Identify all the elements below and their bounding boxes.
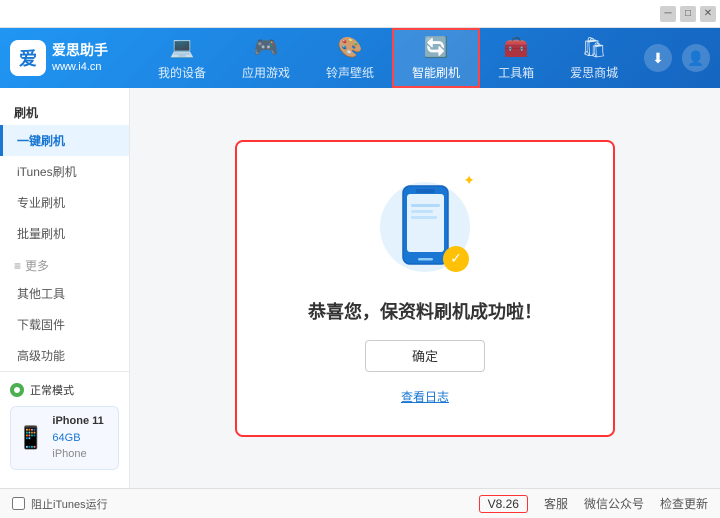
- sidebar: 刷机 一键刷机 iTunes刷机 专业刷机 批量刷机 ≡ 更多 其他工具 下载固…: [0, 88, 130, 488]
- account-button[interactable]: 👤: [682, 44, 710, 72]
- section-flash-title: 刷机: [0, 98, 129, 125]
- sidebar-item-batch-flash[interactable]: 批量刷机: [0, 218, 129, 249]
- footer-left: 阻止iTunes运行: [12, 496, 108, 512]
- support-link[interactable]: 客服: [544, 495, 568, 512]
- logo-area: 爱 爱思助手 www.i4.cn: [10, 40, 140, 76]
- wechat-link[interactable]: 微信公众号: [584, 495, 644, 512]
- success-illustration: ✓ ✦: [375, 172, 475, 282]
- success-card: ✓ ✦ 恭喜您，保资料刷机成功啦！ 确定 查看日志: [235, 140, 615, 437]
- nav-tab-icon-smart-flash: 🔄: [424, 35, 449, 60]
- header-right: ⬇ 👤: [644, 44, 710, 72]
- nav-tab-icon-ringtones: 🎨: [338, 35, 363, 60]
- view-history-link[interactable]: 查看日志: [401, 388, 449, 405]
- nav-tab-label-smart-flash: 智能刷机: [412, 64, 460, 81]
- sidebar-item-other-tools[interactable]: 其他工具: [0, 278, 129, 309]
- sidebar-device-section: 正常模式 📱 iPhone 11 64GB iPhone: [0, 371, 129, 480]
- sidebar-checkboxes: 自动激活 跳过向导: [0, 480, 129, 489]
- redirect-label: 跳过向导: [85, 486, 120, 489]
- device-model: iPhone: [52, 446, 103, 463]
- nav-tabs: 💻 我的设备 🎮 应用游戏 🎨 铃声壁纸 🔄 智能刷机 🧰 工具箱 🛍 爱思商城: [140, 28, 644, 88]
- main-layout: 刷机 一键刷机 iTunes刷机 专业刷机 批量刷机 ≡ 更多 其他工具 下载固…: [0, 88, 720, 488]
- header: 爱 爱思助手 www.i4.cn 💻 我的设备 🎮 应用游戏 🎨 铃声壁纸 🔄 …: [0, 28, 720, 88]
- confirm-button[interactable]: 确定: [365, 340, 485, 372]
- nav-tab-smart-flash[interactable]: 🔄 智能刷机: [392, 28, 480, 88]
- minimize-button[interactable]: ─: [660, 6, 676, 22]
- device-mode: 正常模式: [10, 382, 119, 398]
- auto-activate-label: 自动激活: [26, 486, 61, 489]
- redirect-checkbox[interactable]: 跳过向导: [69, 486, 120, 489]
- nav-tab-label-tools: 工具箱: [498, 64, 534, 81]
- check-badge: ✓: [443, 246, 469, 272]
- auto-activate-checkbox[interactable]: 自动激活: [10, 486, 61, 489]
- footer-right: V8.26 客服 微信公众号 检查更新: [479, 495, 708, 513]
- block-itunes-checkbox[interactable]: [12, 497, 25, 510]
- nav-tab-label-store: 爱思商城: [570, 64, 618, 81]
- footer: 阻止iTunes运行 V8.26 客服 微信公众号 检查更新: [0, 488, 720, 518]
- brand-name: 爱思助手: [52, 41, 108, 61]
- device-storage: 64GB: [52, 430, 103, 447]
- success-title: 恭喜您，保资料刷机成功啦！: [308, 298, 542, 324]
- nav-tab-label-apps-games: 应用游戏: [242, 64, 290, 81]
- nav-tab-icon-my-device: 💻: [170, 35, 195, 60]
- nav-tab-icon-tools: 🧰: [504, 35, 529, 60]
- nav-tab-apps-games[interactable]: 🎮 应用游戏: [224, 28, 308, 88]
- update-link[interactable]: 检查更新: [660, 495, 708, 512]
- nav-tab-store[interactable]: 🛍 爱思商城: [552, 28, 636, 88]
- device-phone-icon: 📱: [17, 425, 44, 451]
- sidebar-item-download-firmware[interactable]: 下载固件: [0, 309, 129, 340]
- sidebar-item-one-click-flash[interactable]: 一键刷机: [0, 125, 129, 156]
- title-bar: ─ □ ✕: [0, 0, 720, 28]
- device-name: iPhone 11: [52, 413, 103, 430]
- nav-tab-icon-apps-games: 🎮: [254, 35, 279, 60]
- download-button[interactable]: ⬇: [644, 44, 672, 72]
- sidebar-item-pro-flash[interactable]: 专业刷机: [0, 187, 129, 218]
- close-button[interactable]: ✕: [700, 6, 716, 22]
- mode-label: 正常模式: [30, 382, 74, 398]
- mode-indicator: [10, 383, 24, 397]
- sidebar-item-itunes-flash[interactable]: iTunes刷机: [0, 156, 129, 187]
- brand-url: www.i4.cn: [52, 60, 108, 75]
- device-info-card: 📱 iPhone 11 64GB iPhone: [10, 406, 119, 470]
- more-icon: ≡: [14, 259, 21, 273]
- nav-tab-my-device[interactable]: 💻 我的设备: [140, 28, 224, 88]
- nav-tab-icon-store: 🛍: [581, 35, 606, 60]
- nav-tab-tools[interactable]: 🧰 工具箱: [480, 28, 552, 88]
- more-label: 更多: [25, 257, 49, 274]
- logo-text: 爱思助手 www.i4.cn: [52, 41, 108, 76]
- restore-button[interactable]: □: [680, 6, 696, 22]
- sparkles-icon: ✦: [463, 172, 475, 189]
- section-more-title: ≡ 更多: [0, 249, 129, 278]
- logo-icon: 爱: [10, 40, 46, 76]
- sidebar-item-advanced[interactable]: 高级功能: [0, 340, 129, 371]
- nav-tab-ringtones[interactable]: 🎨 铃声壁纸: [308, 28, 392, 88]
- device-details: iPhone 11 64GB iPhone: [52, 413, 103, 463]
- nav-tab-label-my-device: 我的设备: [158, 64, 206, 81]
- content-area: ✓ ✦ 恭喜您，保资料刷机成功啦！ 确定 查看日志: [130, 88, 720, 488]
- version-badge[interactable]: V8.26: [479, 495, 528, 513]
- window-controls[interactable]: ─ □ ✕: [660, 6, 716, 22]
- nav-tab-label-ringtones: 铃声壁纸: [326, 64, 374, 81]
- itunes-label: 阻止iTunes运行: [31, 496, 108, 512]
